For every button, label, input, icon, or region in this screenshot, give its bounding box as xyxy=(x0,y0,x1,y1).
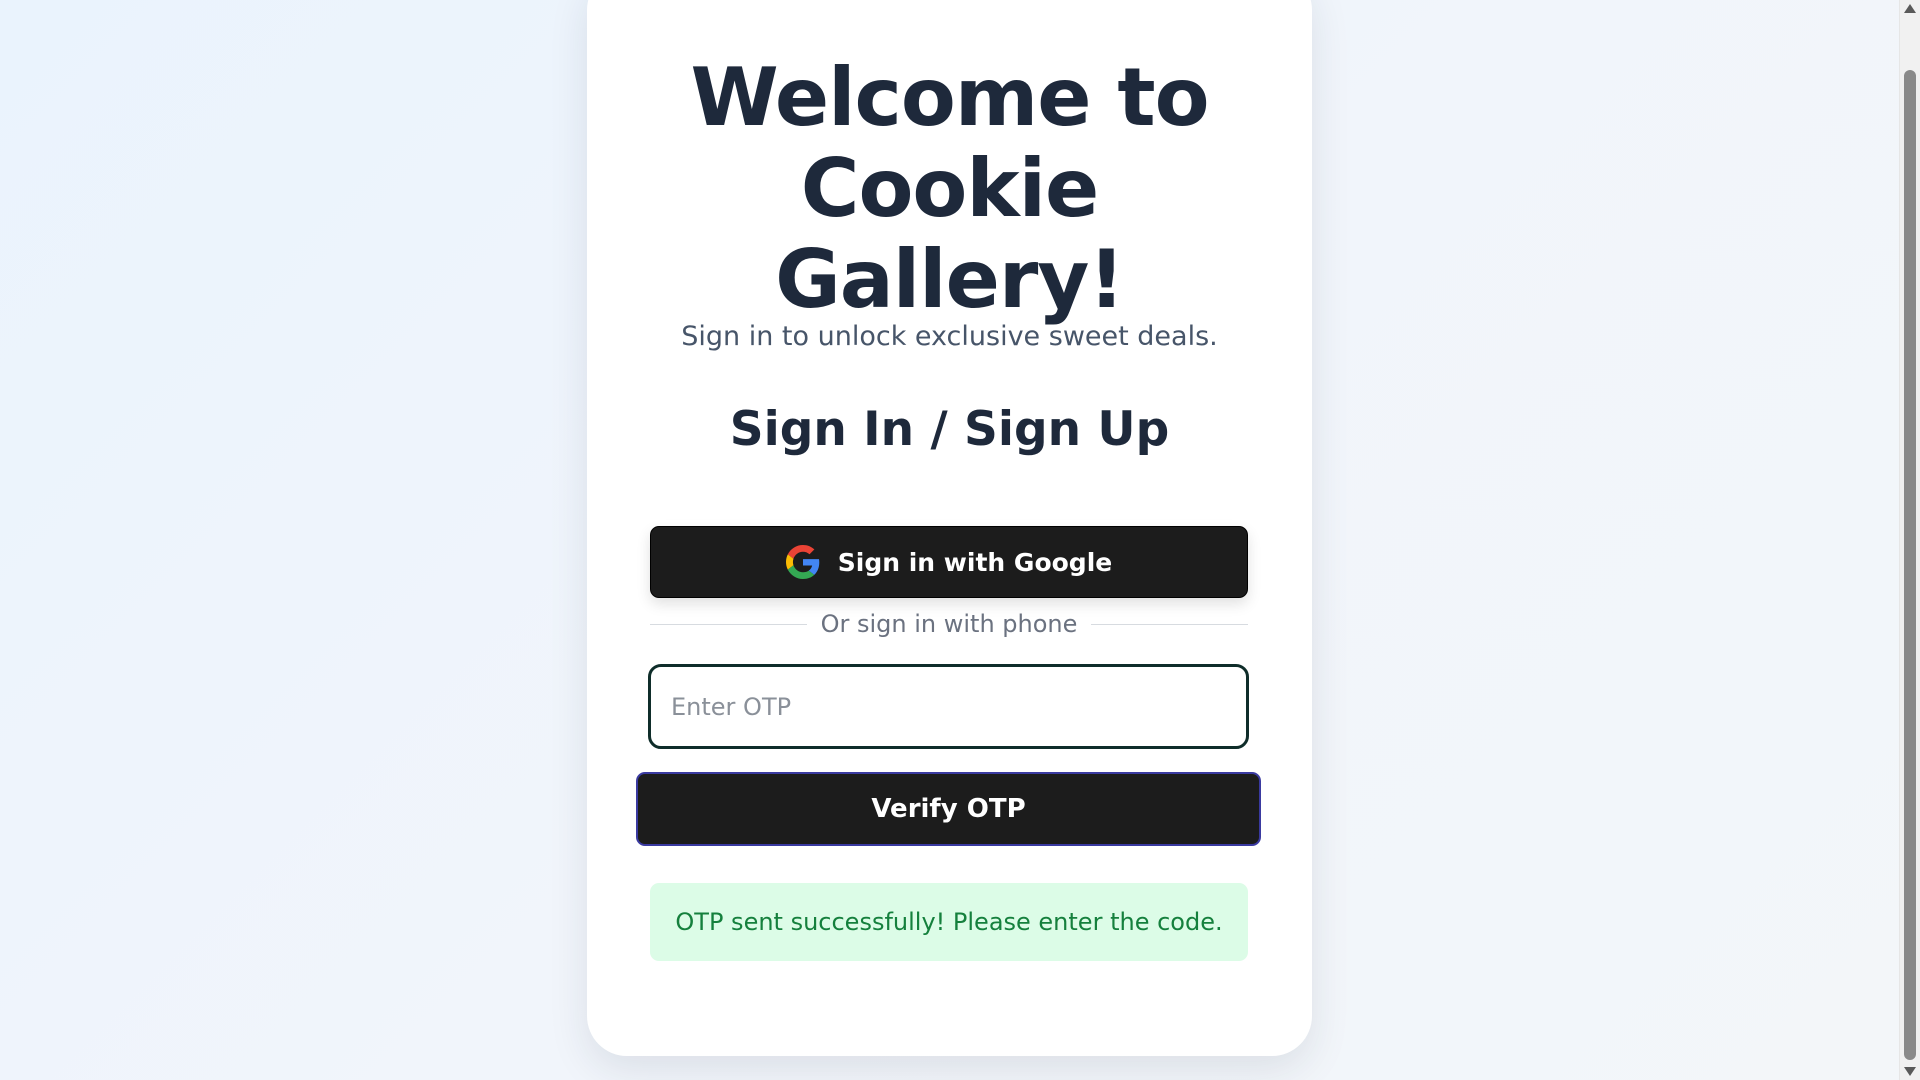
divider-line-left xyxy=(650,623,807,625)
phone-divider: Or sign in with phone xyxy=(650,604,1249,644)
scroll-down-arrow-icon[interactable] xyxy=(1904,1067,1916,1076)
otp-input[interactable] xyxy=(648,664,1249,749)
page-subtitle: Sign in to unlock exclusive sweet deals. xyxy=(681,321,1218,352)
google-signin-button[interactable]: Sign in with Google xyxy=(650,526,1248,598)
page-title-line: Welcome to xyxy=(690,51,1209,144)
status-message: OTP sent successfully! Please enter the … xyxy=(650,883,1248,961)
scroll-up-arrow-icon[interactable] xyxy=(1904,4,1916,13)
page-title: Welcome to Cookie Gallery! xyxy=(587,52,1312,325)
verify-otp-button[interactable]: Verify OTP xyxy=(636,772,1261,846)
page-scrollbar[interactable] xyxy=(1899,0,1920,1080)
signin-card: Welcome to Cookie Gallery! Sign in to un… xyxy=(587,0,1312,1056)
scroll-thumb[interactable] xyxy=(1904,70,1916,1060)
page-title-line: Cookie xyxy=(800,142,1100,235)
google-g-icon xyxy=(785,545,820,579)
google-signin-label: Sign in with Google xyxy=(837,547,1113,577)
status-message-text: OTP sent successfully! Please enter the … xyxy=(675,908,1223,936)
divider-line-right xyxy=(1091,623,1249,625)
page-title-line: Gallery! xyxy=(775,233,1125,326)
auth-section-title: Sign In / Sign Up xyxy=(729,402,1170,457)
verify-otp-label: Verify OTP xyxy=(871,794,1026,824)
divider-text: Or sign in with phone xyxy=(820,610,1078,638)
